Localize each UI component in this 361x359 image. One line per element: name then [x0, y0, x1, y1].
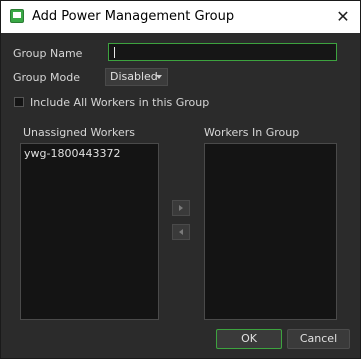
- group-mode-value: Disabled: [110, 70, 158, 83]
- list-item[interactable]: ywg-1800443372: [24, 147, 120, 160]
- cancel-button[interactable]: Cancel: [287, 329, 350, 349]
- ok-button[interactable]: OK: [216, 329, 282, 349]
- group-name-input[interactable]: [108, 43, 337, 61]
- unassigned-workers-label: Unassigned Workers: [23, 126, 135, 139]
- dialog-window: Add Power Management Group ✕ Group Name …: [0, 0, 361, 359]
- window-title: Add Power Management Group: [32, 9, 235, 24]
- workers-in-group-label: Workers In Group: [204, 126, 300, 139]
- close-icon[interactable]: ✕: [333, 7, 353, 27]
- group-name-label: Group Name: [13, 47, 83, 60]
- arrow-right-icon: [179, 205, 183, 211]
- include-all-checkbox[interactable]: [14, 97, 24, 107]
- unassigned-workers-list[interactable]: ywg-1800443372: [20, 143, 159, 320]
- workers-in-group-list[interactable]: [204, 143, 337, 320]
- group-mode-label: Group Mode: [13, 71, 80, 84]
- include-all-label[interactable]: Include All Workers in this Group: [30, 96, 209, 109]
- group-mode-select[interactable]: Disabled: [105, 68, 168, 86]
- add-worker-button[interactable]: [172, 200, 190, 216]
- remove-worker-button[interactable]: [172, 224, 190, 240]
- text-caret: [114, 47, 115, 58]
- app-icon: [10, 9, 24, 23]
- chevron-down-icon: [156, 75, 162, 79]
- title-bar[interactable]: Add Power Management Group ✕: [1, 1, 360, 33]
- arrow-left-icon: [179, 229, 183, 235]
